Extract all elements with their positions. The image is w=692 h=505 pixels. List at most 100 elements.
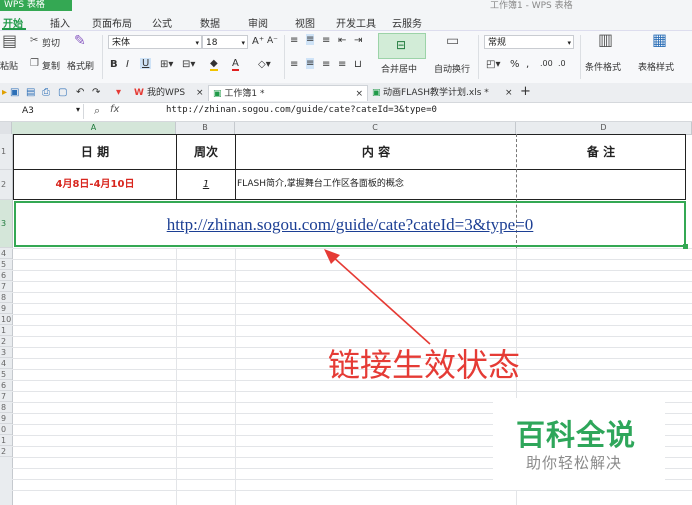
row-header-13[interactable]: 3 bbox=[0, 347, 12, 358]
header-week[interactable]: 周次 bbox=[177, 135, 235, 169]
redo-icon[interactable]: ↷ bbox=[92, 85, 100, 101]
customize-icon[interactable]: ▾ bbox=[116, 85, 121, 101]
tab-workbook1[interactable]: ▣ 工作簿1 * × bbox=[208, 85, 368, 101]
row-header-5[interactable]: 5 bbox=[0, 259, 12, 270]
bold-icon[interactable]: B bbox=[110, 59, 118, 70]
merge-center-icon-button[interactable]: ⊟ bbox=[378, 33, 426, 59]
paste-icon[interactable]: ▤ bbox=[2, 33, 17, 49]
row-header-22[interactable]: 2 bbox=[0, 446, 12, 457]
print-preview-icon[interactable]: ▤ bbox=[26, 85, 35, 101]
distribute-icon[interactable]: ⊔ bbox=[354, 59, 362, 70]
copy-button[interactable]: 复制 bbox=[42, 59, 60, 72]
row-header-10[interactable]: 10 bbox=[0, 314, 12, 325]
underline-icon[interactable]: U bbox=[140, 58, 152, 69]
row-header-3[interactable]: 3 bbox=[0, 200, 12, 248]
align-right-icon[interactable]: ≡ bbox=[322, 59, 330, 70]
currency-icon[interactable]: ◰▾ bbox=[486, 59, 500, 70]
row-header-19[interactable]: 9 bbox=[0, 413, 12, 424]
row-header-4[interactable]: 4 bbox=[0, 248, 12, 259]
paste-button[interactable]: 粘贴 bbox=[0, 59, 18, 72]
cell-content[interactable]: FLASH简介,掌握舞台工作区各面板的概念 bbox=[237, 170, 515, 199]
header-date[interactable]: 日 期 bbox=[14, 135, 176, 169]
wrap-text-button[interactable]: 自动换行 bbox=[434, 62, 470, 75]
row-header-15[interactable]: 5 bbox=[0, 369, 12, 380]
wrap-text-icon[interactable]: ▭ bbox=[446, 34, 459, 48]
font-name-select[interactable]: 宋体 ▾ bbox=[108, 35, 202, 49]
conditional-format-icon[interactable]: ▥ bbox=[598, 32, 613, 48]
column-header-c[interactable]: C bbox=[235, 122, 516, 134]
row-header-1[interactable]: 1 bbox=[0, 134, 12, 170]
row-header-20[interactable]: 0 bbox=[0, 424, 12, 435]
table-style-button[interactable]: 表格样式 bbox=[638, 60, 674, 73]
close-icon[interactable]: × bbox=[196, 85, 204, 101]
header-note[interactable]: 备 注 bbox=[517, 135, 685, 169]
number-format-select[interactable]: 常规 ▾ bbox=[484, 35, 574, 49]
export-icon[interactable]: ▢ bbox=[58, 85, 67, 101]
cut-button[interactable]: 剪切 bbox=[42, 36, 60, 49]
border-icon[interactable]: ⊞▾ bbox=[160, 59, 173, 70]
format-painter-button[interactable]: 格式刷 bbox=[67, 59, 94, 72]
cell-note[interactable] bbox=[517, 170, 685, 199]
table-style-icon[interactable]: ▦ bbox=[652, 32, 667, 48]
cell-date[interactable]: 4月8日-4月10日 bbox=[14, 170, 176, 199]
tab-my-wps[interactable]: 我的WPS bbox=[147, 85, 185, 101]
percent-icon[interactable]: % bbox=[510, 59, 520, 70]
row-header-18[interactable]: 8 bbox=[0, 402, 12, 413]
undo-icon[interactable]: ↶ bbox=[76, 85, 84, 101]
name-box[interactable]: A3 bbox=[0, 104, 84, 119]
row-header-2[interactable]: 2 bbox=[0, 170, 12, 200]
row-header-17[interactable]: 7 bbox=[0, 391, 12, 402]
row-header-7[interactable]: 7 bbox=[0, 281, 12, 292]
close-icon[interactable]: × bbox=[355, 86, 363, 102]
menu-page-layout[interactable]: 页面布局 bbox=[92, 15, 132, 30]
fx-icon[interactable]: fx bbox=[110, 104, 119, 115]
row-header-6[interactable]: 6 bbox=[0, 270, 12, 281]
chevron-down-icon[interactable]: ▾ bbox=[76, 105, 80, 114]
fill-color-icon[interactable]: ◆ bbox=[210, 58, 218, 71]
select-all-corner[interactable] bbox=[0, 122, 12, 134]
indent-decrease-icon[interactable]: ⇤ bbox=[338, 35, 346, 46]
format-painter-icon[interactable]: ✎ bbox=[74, 34, 86, 48]
font-color-icon[interactable]: A bbox=[232, 58, 239, 71]
copy-icon[interactable]: ❐ bbox=[30, 58, 39, 70]
font-size-select[interactable]: 18 ▾ bbox=[202, 35, 248, 49]
increase-decimal-icon[interactable]: .00 bbox=[540, 59, 553, 68]
header-content[interactable]: 内 容 bbox=[236, 135, 516, 169]
menu-developer[interactable]: 开发工具 bbox=[336, 15, 376, 30]
menu-view[interactable]: 视图 bbox=[295, 15, 315, 30]
justify-icon[interactable]: ≡ bbox=[338, 59, 346, 70]
fill-handle[interactable] bbox=[683, 244, 688, 249]
new-tab-icon[interactable]: + bbox=[520, 85, 531, 101]
scissors-icon[interactable]: ✂ bbox=[30, 35, 38, 47]
row-header-11[interactable]: 1 bbox=[0, 325, 12, 336]
align-left-icon[interactable]: ≡ bbox=[290, 59, 298, 70]
menu-formulas[interactable]: 公式 bbox=[152, 15, 172, 30]
italic-icon[interactable]: I bbox=[126, 59, 129, 70]
shrink-font-icon[interactable]: A⁻ bbox=[267, 36, 278, 46]
row-header-21[interactable]: 1 bbox=[0, 435, 12, 446]
save-icon[interactable]: ▣ bbox=[10, 85, 19, 101]
row-header-14[interactable]: 4 bbox=[0, 358, 12, 369]
fill-icon[interactable]: ⊟▾ bbox=[182, 59, 195, 70]
print-icon[interactable]: ⎙ bbox=[42, 85, 50, 101]
align-middle-icon[interactable]: ≡ bbox=[306, 34, 315, 45]
align-center-icon[interactable]: ≡ bbox=[306, 58, 315, 69]
zoom-icon[interactable]: ⌕ bbox=[94, 104, 100, 118]
align-bottom-icon[interactable]: ≡ bbox=[322, 35, 330, 46]
menu-insert[interactable]: 插入 bbox=[50, 15, 70, 30]
thousands-icon[interactable]: , bbox=[526, 59, 529, 70]
new-file-icon[interactable]: ▸ bbox=[2, 85, 7, 101]
column-header-b[interactable]: B bbox=[176, 122, 235, 134]
row-header-12[interactable]: 2 bbox=[0, 336, 12, 347]
close-icon[interactable]: × bbox=[505, 85, 513, 101]
hyperlink[interactable]: http://zhinan.sogou.com/guide/cate?cateI… bbox=[167, 215, 534, 234]
row-header-16[interactable]: 6 bbox=[0, 380, 12, 391]
grow-font-icon[interactable]: A⁺ bbox=[252, 36, 264, 47]
align-top-icon[interactable]: ≡ bbox=[290, 35, 298, 46]
row-header-9[interactable]: 9 bbox=[0, 303, 12, 314]
column-header-d[interactable]: D bbox=[516, 122, 692, 134]
merge-center-button[interactable]: 合并居中 bbox=[381, 62, 417, 75]
conditional-format-button[interactable]: 条件格式 bbox=[585, 60, 621, 73]
app-menu-button[interactable]: WPS 表格 bbox=[0, 0, 72, 11]
clear-format-icon[interactable]: ◇▾ bbox=[258, 59, 271, 70]
